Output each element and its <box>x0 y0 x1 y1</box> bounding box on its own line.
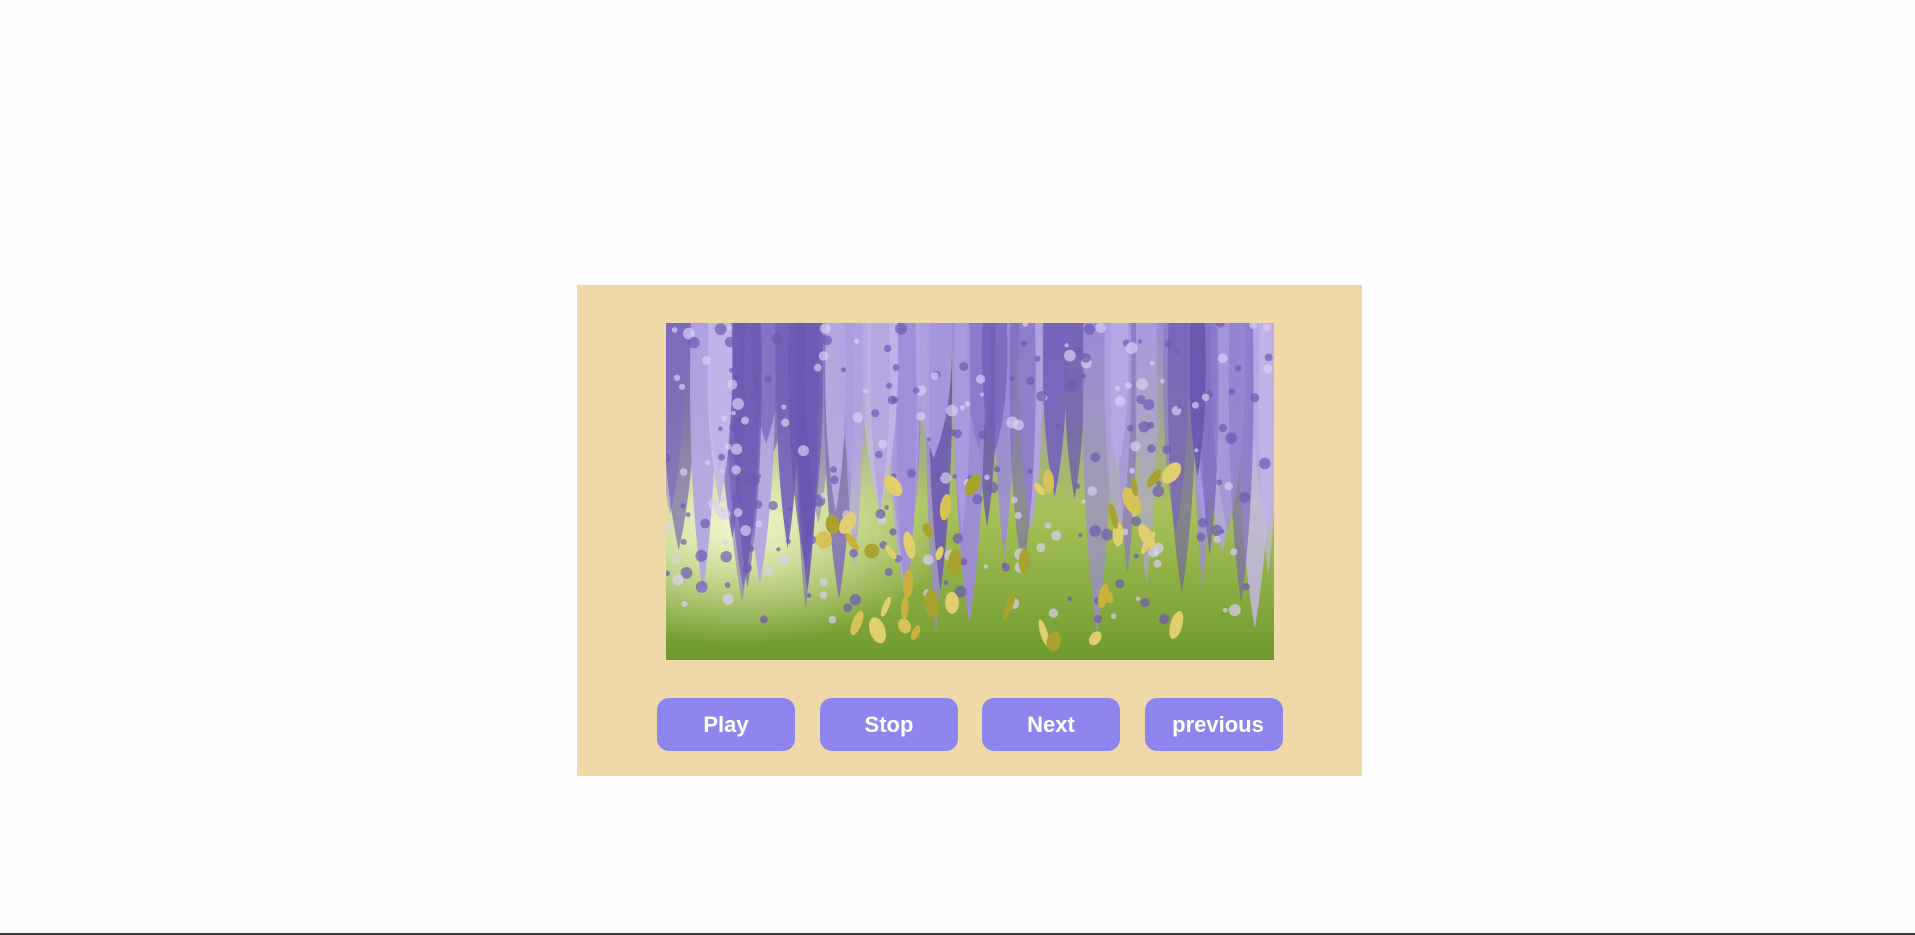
previous-button[interactable]: previous <box>1145 698 1283 751</box>
stop-button[interactable]: Stop <box>820 698 958 751</box>
slideshow-panel: Play Stop Next previous <box>577 285 1362 776</box>
next-button[interactable]: Next <box>982 698 1120 751</box>
page: Play Stop Next previous <box>0 0 1915 935</box>
wisteria-flowers-photo <box>666 323 1274 660</box>
slideshow-image <box>666 323 1274 660</box>
slideshow-controls: Play Stop Next previous <box>657 698 1285 751</box>
play-button[interactable]: Play <box>657 698 795 751</box>
